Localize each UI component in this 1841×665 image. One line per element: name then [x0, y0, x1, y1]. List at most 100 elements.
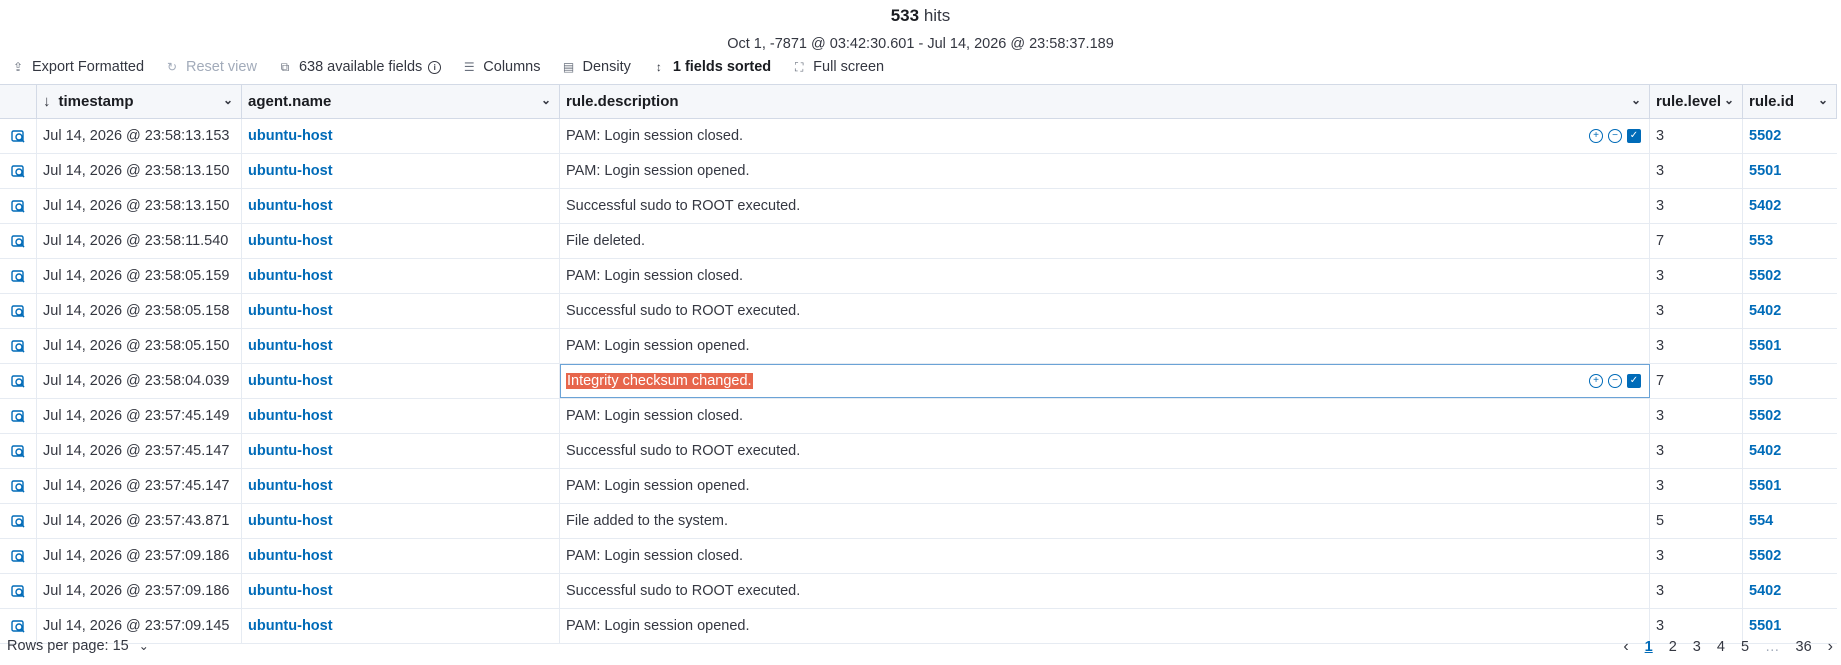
page-4-button[interactable]: 4: [1717, 639, 1725, 655]
rule-id-cell[interactable]: 5502: [1743, 399, 1837, 433]
rule-description-cell[interactable]: PAM: Login session closed.: [560, 539, 1650, 573]
rule-id-cell[interactable]: 5402: [1743, 574, 1837, 608]
rule-description-cell[interactable]: Integrity checksum changed. + − ✓: [560, 364, 1650, 398]
previous-page-icon[interactable]: ‹: [1623, 638, 1628, 656]
agent-name-link[interactable]: ubuntu-host: [248, 163, 333, 179]
column-header-agent-name[interactable]: agent.name ⌄: [242, 85, 560, 118]
rule-id-link[interactable]: 553: [1749, 233, 1773, 249]
rule-id-cell[interactable]: 5502: [1743, 259, 1837, 293]
expand-row-button[interactable]: [0, 329, 37, 363]
rule-description-cell[interactable]: PAM: Login session opened.: [560, 469, 1650, 503]
page-3-button[interactable]: 3: [1693, 639, 1701, 655]
column-header-timestamp[interactable]: ↓ timestamp ⌄: [37, 85, 242, 118]
rule-level-cell[interactable]: 7: [1650, 224, 1743, 258]
rule-level-cell[interactable]: 3: [1650, 259, 1743, 293]
expand-cell-icon[interactable]: ✓: [1627, 374, 1641, 388]
expand-row-button[interactable]: [0, 574, 37, 608]
rule-description-cell[interactable]: Successful sudo to ROOT executed.: [560, 294, 1650, 328]
timestamp-cell[interactable]: Jul 14, 2026 @ 23:58:13.150: [37, 189, 242, 223]
expand-row-button[interactable]: [0, 189, 37, 223]
agent-name-link[interactable]: ubuntu-host: [248, 408, 333, 424]
rule-level-cell[interactable]: 3: [1650, 574, 1743, 608]
column-header-rule-description[interactable]: rule.description ⌄: [560, 85, 1650, 118]
rule-id-link[interactable]: 5502: [1749, 408, 1781, 424]
rule-description-cell[interactable]: PAM: Login session closed.: [560, 399, 1650, 433]
page-1-button[interactable]: 1: [1645, 639, 1653, 655]
rule-id-cell[interactable]: 5402: [1743, 294, 1837, 328]
column-header-rule-level[interactable]: rule.level ⌄: [1650, 85, 1743, 118]
reset-view-button[interactable]: ↻ Reset view: [166, 59, 257, 75]
expand-row-button[interactable]: [0, 434, 37, 468]
expand-cell-icon[interactable]: ✓: [1627, 129, 1641, 143]
full-screen-button[interactable]: ⛶ Full screen: [793, 59, 884, 75]
rule-id-link[interactable]: 554: [1749, 513, 1773, 529]
agent-name-cell[interactable]: ubuntu-host: [242, 469, 560, 503]
rule-id-cell[interactable]: 550: [1743, 364, 1837, 398]
agent-name-cell[interactable]: ubuntu-host: [242, 294, 560, 328]
rule-id-link[interactable]: 5402: [1749, 198, 1781, 214]
rule-description-cell[interactable]: Successful sudo to ROOT executed.: [560, 434, 1650, 468]
rule-id-link[interactable]: 5402: [1749, 443, 1781, 459]
rule-id-link[interactable]: 5502: [1749, 548, 1781, 564]
expand-row-button[interactable]: [0, 469, 37, 503]
rule-id-cell[interactable]: 553: [1743, 224, 1837, 258]
rule-id-cell[interactable]: 5402: [1743, 189, 1837, 223]
timestamp-cell[interactable]: Jul 14, 2026 @ 23:57:45.147: [37, 469, 242, 503]
rule-id-cell[interactable]: 5502: [1743, 119, 1837, 153]
chevron-down-icon[interactable]: ⌄: [223, 93, 233, 107]
rows-per-page-button[interactable]: Rows per page: 15 ⌄: [7, 638, 149, 654]
timestamp-cell[interactable]: Jul 14, 2026 @ 23:58:05.158: [37, 294, 242, 328]
expand-row-button[interactable]: [0, 119, 37, 153]
density-button[interactable]: ▤ Density: [563, 59, 631, 75]
agent-name-link[interactable]: ubuntu-host: [248, 198, 333, 214]
agent-name-link[interactable]: ubuntu-host: [248, 513, 333, 529]
available-fields-button[interactable]: ⧉ 638 available fields i: [279, 59, 442, 75]
expand-row-button[interactable]: [0, 399, 37, 433]
agent-name-link[interactable]: ubuntu-host: [248, 548, 333, 564]
agent-name-cell[interactable]: ubuntu-host: [242, 574, 560, 608]
rule-description-cell[interactable]: PAM: Login session opened.: [560, 329, 1650, 363]
timestamp-cell[interactable]: Jul 14, 2026 @ 23:58:04.039: [37, 364, 242, 398]
rule-level-cell[interactable]: 7: [1650, 364, 1743, 398]
page-5-button[interactable]: 5: [1741, 639, 1749, 655]
expand-row-button[interactable]: [0, 224, 37, 258]
rule-description-cell[interactable]: PAM: Login session closed. + − ✓: [560, 119, 1650, 153]
timestamp-cell[interactable]: Jul 14, 2026 @ 23:57:43.871: [37, 504, 242, 538]
timestamp-cell[interactable]: Jul 14, 2026 @ 23:58:11.540: [37, 224, 242, 258]
agent-name-link[interactable]: ubuntu-host: [248, 338, 333, 354]
agent-name-cell[interactable]: ubuntu-host: [242, 399, 560, 433]
rule-level-cell[interactable]: 3: [1650, 294, 1743, 328]
rule-id-link[interactable]: 5502: [1749, 128, 1781, 144]
rule-level-cell[interactable]: 5: [1650, 504, 1743, 538]
filter-for-icon[interactable]: +: [1589, 129, 1603, 143]
column-header-rule-id[interactable]: rule.id ⌄: [1743, 85, 1837, 118]
rule-description-cell[interactable]: File deleted.: [560, 224, 1650, 258]
agent-name-link[interactable]: ubuntu-host: [248, 478, 333, 494]
info-icon[interactable]: i: [428, 60, 442, 74]
rule-level-cell[interactable]: 3: [1650, 119, 1743, 153]
sort-fields-button[interactable]: ↕ 1 fields sorted: [653, 59, 771, 75]
rule-id-link[interactable]: 5502: [1749, 268, 1781, 284]
timestamp-cell[interactable]: Jul 14, 2026 @ 23:58:05.150: [37, 329, 242, 363]
rule-level-cell[interactable]: 3: [1650, 434, 1743, 468]
agent-name-cell[interactable]: ubuntu-host: [242, 119, 560, 153]
agent-name-link[interactable]: ubuntu-host: [248, 583, 333, 599]
rule-id-cell[interactable]: 5501: [1743, 329, 1837, 363]
agent-name-link[interactable]: ubuntu-host: [248, 303, 333, 319]
timestamp-cell[interactable]: Jul 14, 2026 @ 23:58:13.153: [37, 119, 242, 153]
rule-level-cell[interactable]: 3: [1650, 469, 1743, 503]
rule-level-cell[interactable]: 3: [1650, 399, 1743, 433]
agent-name-cell[interactable]: ubuntu-host: [242, 504, 560, 538]
rule-level-cell[interactable]: 3: [1650, 189, 1743, 223]
rule-description-cell[interactable]: File added to the system.: [560, 504, 1650, 538]
expand-row-button[interactable]: [0, 364, 37, 398]
agent-name-cell[interactable]: ubuntu-host: [242, 224, 560, 258]
agent-name-cell[interactable]: ubuntu-host: [242, 329, 560, 363]
agent-name-link[interactable]: ubuntu-host: [248, 128, 333, 144]
rule-id-cell[interactable]: 554: [1743, 504, 1837, 538]
timestamp-cell[interactable]: Jul 14, 2026 @ 23:57:09.186: [37, 539, 242, 573]
timestamp-cell[interactable]: Jul 14, 2026 @ 23:57:09.186: [37, 574, 242, 608]
agent-name-cell[interactable]: ubuntu-host: [242, 259, 560, 293]
expand-row-button[interactable]: [0, 539, 37, 573]
rule-id-cell[interactable]: 5402: [1743, 434, 1837, 468]
